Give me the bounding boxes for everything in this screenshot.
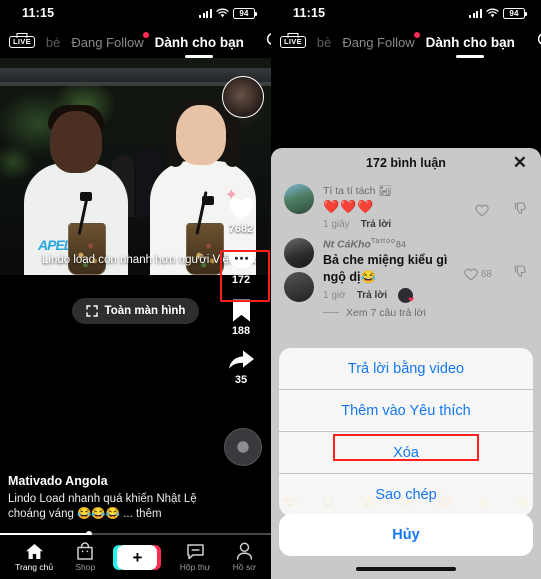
nav-tab-friends[interactable]: bè	[317, 35, 331, 50]
cellular-bars-icon	[199, 8, 212, 18]
tab-shop-label: Shop	[75, 562, 96, 572]
notification-dot-icon	[142, 31, 149, 38]
tab-inbox-label: Hộp thư	[179, 561, 211, 572]
nav-tab-foryou[interactable]: Dành cho bạn	[426, 35, 515, 50]
avatar[interactable]	[284, 184, 314, 214]
like-count: 7682	[228, 223, 254, 235]
comment-author-number: 84	[395, 239, 406, 250]
wifi-icon	[486, 8, 499, 18]
nav-tab-friends[interactable]: bè	[46, 35, 60, 50]
left-phone-screen: 11:15 94 LIVE bè Đang Follow Dành cho bạ…	[0, 0, 271, 579]
status-time-right: 11:15	[293, 6, 326, 20]
comment-time: 1 giây	[323, 218, 350, 230]
avatar[interactable]	[284, 272, 314, 302]
shop-bag-icon	[77, 542, 94, 560]
status-bar-right: 11:15 94	[271, 0, 541, 26]
tab-home[interactable]: Trang chủ	[15, 543, 53, 572]
nav-tab-foryou[interactable]: Dành cho bạn	[155, 35, 244, 50]
tab-home-label: Trang chủ	[15, 561, 54, 572]
video-author-name[interactable]: Mativado Angola	[8, 474, 208, 488]
nav-tab-following-label: Đang Follow	[342, 34, 415, 50]
action-copy[interactable]: Sao chép	[279, 474, 533, 516]
comment-dislike-button[interactable]	[514, 202, 527, 220]
heart-icon	[229, 198, 253, 220]
create-plus-icon: +	[113, 544, 162, 570]
video-meta: Mativado Angola Lindo Load nhanh quá khi…	[8, 474, 208, 523]
action-sheet: Trả lời bằng video Thêm vào Yêu thích Xó…	[279, 348, 533, 516]
tab-inbox[interactable]: Hộp thư	[179, 543, 211, 572]
thumbs-down-icon	[514, 202, 526, 214]
home-icon	[25, 543, 43, 559]
music-disc-icon[interactable]	[224, 428, 262, 466]
action-cancel-button[interactable]: Hủy	[279, 514, 533, 556]
fullscreen-button[interactable]: Toàn màn hình	[71, 298, 200, 324]
bookmark-button[interactable]: 188	[230, 298, 253, 337]
nav-tab-following[interactable]: Đang Follow	[342, 31, 420, 50]
divider	[323, 312, 339, 314]
two-phone-screenshot: 11:15 94 LIVE bè Đang Follow Dành cho bạ…	[0, 0, 541, 579]
notification-dot-icon	[413, 31, 420, 38]
close-icon[interactable]: ✕	[513, 154, 527, 171]
live-badge[interactable]: LIVE	[9, 35, 35, 49]
cellular-bars-icon	[469, 8, 482, 18]
right-phone-screen: 11:15 94 LIVE bè Đang Follow Dành cho bạ…	[271, 0, 541, 579]
avatar[interactable]	[284, 237, 314, 268]
comment-author[interactable]: Nt CáKhoTattoo84	[323, 238, 455, 251]
comments-sheet-title: 172 bình luận	[366, 156, 446, 170]
comment-button-highlight-box	[220, 250, 270, 302]
bookmark-count: 188	[231, 325, 251, 337]
comment-author-main: Nt CáKho	[323, 238, 371, 251]
status-time: 11:15	[22, 6, 55, 20]
inbox-icon	[186, 543, 204, 559]
share-arrow-icon	[228, 350, 254, 369]
action-reply-with-video[interactable]: Trả lời bằng video	[279, 348, 533, 390]
action-delete[interactable]: Xóa	[279, 432, 533, 474]
comment-reply-button[interactable]: Trả lời	[361, 219, 391, 230]
wifi-icon	[216, 8, 229, 18]
status-bar: 11:15 94	[0, 0, 271, 26]
share-button[interactable]: 35	[228, 349, 255, 386]
comment-author-tattoo: Tattoo	[370, 237, 396, 245]
view-replies-button[interactable]: Xem 7 câu trả lời	[271, 305, 541, 323]
fullscreen-icon	[85, 305, 98, 317]
comment-like-button[interactable]	[475, 204, 492, 217]
battery-indicator: 94	[233, 7, 257, 19]
view-replies-label: Xem 7 câu trả lời	[346, 306, 426, 319]
share-count: 35	[234, 374, 248, 386]
video-player[interactable]: APEDA ✦ Lindo load còn nhanh hơn người V…	[0, 58, 271, 579]
heart-outline-icon	[475, 205, 489, 217]
comments-sheet: 172 bình luận ✕ Tí ta tí tách 🏜 ❤️❤️❤️ 1…	[271, 148, 541, 579]
action-add-to-favorites[interactable]: Thêm vào Yêu thích	[279, 390, 533, 432]
tab-profile[interactable]: Hồ sơ	[233, 542, 256, 572]
comments-sheet-header: 172 bình luận ✕	[271, 148, 541, 178]
tab-profile-label: Hồ sơ	[232, 562, 256, 572]
top-navigation-right: LIVE bè Đang Follow Dành cho bạn	[271, 26, 541, 58]
comment-item-partial[interactable]	[271, 266, 541, 302]
bottom-tab-bar: Trang chủ Shop + Hộp thư Hồ sơ	[0, 535, 271, 579]
nav-tab-following-label: Đang Follow	[71, 34, 144, 50]
author-avatar[interactable]	[222, 76, 264, 118]
home-indicator	[356, 567, 456, 571]
video-description[interactable]: Lindo Load nhanh quá khiến Nhật Lệ choán…	[8, 492, 208, 523]
fullscreen-label: Toàn màn hình	[104, 305, 186, 317]
top-navigation: LIVE bè Đang Follow Dành cho bạn	[0, 26, 271, 58]
comment-item[interactable]: Tí ta tí tách 🏜 ❤️❤️❤️ 1 giây Trả lời	[271, 178, 541, 232]
profile-person-icon	[236, 542, 252, 560]
tab-shop[interactable]: Shop	[75, 542, 95, 572]
live-badge[interactable]: LIVE	[280, 35, 306, 49]
comment-author[interactable]: Tí ta tí tách 🏜	[323, 184, 466, 197]
like-button[interactable]: 7682	[228, 196, 255, 235]
search-icon[interactable]	[537, 32, 541, 52]
tab-create[interactable]: +	[113, 544, 162, 570]
comment-text: ❤️❤️❤️	[323, 199, 375, 214]
nav-tab-following[interactable]: Đang Follow	[71, 31, 149, 50]
battery-indicator-right: 94	[503, 7, 527, 19]
